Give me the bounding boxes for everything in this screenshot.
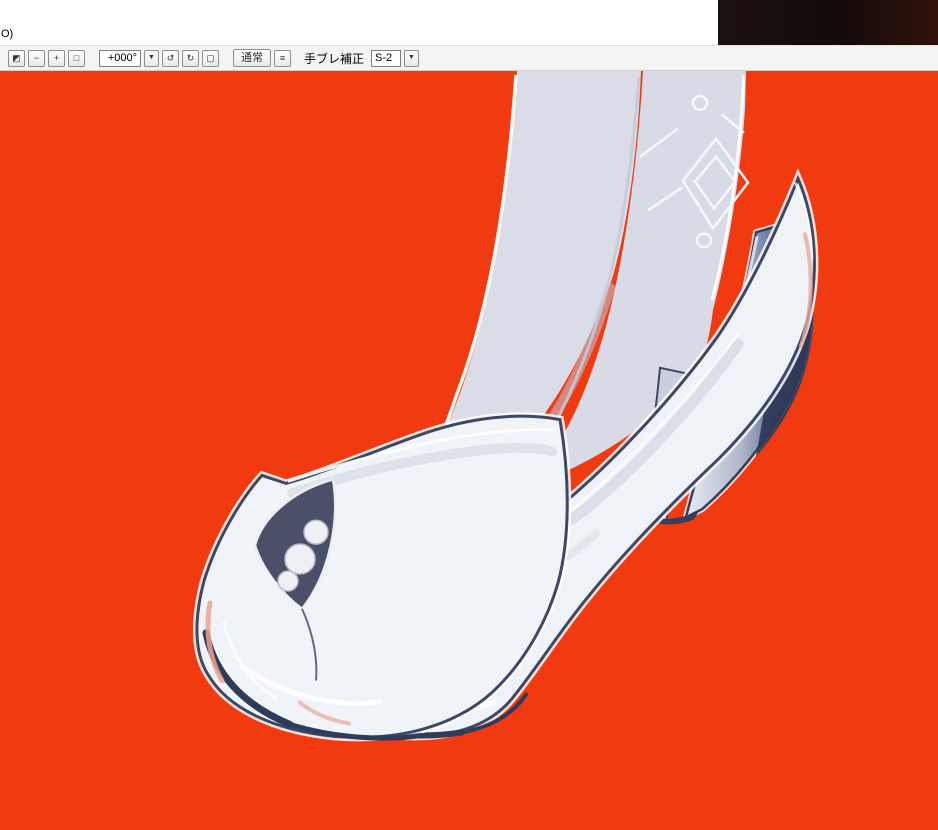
menu-item-fragment[interactable]: O) (1, 28, 13, 40)
rotation-angle-dropdown-button[interactable]: ▼ (144, 50, 159, 67)
canvas-artwork (0, 71, 938, 830)
paint-app-window: O) ◩ − + □ +000° ▼ ↺ ↻ ▢ 通常 ≡ 手ブレ補正 S-2 … (0, 0, 938, 830)
stabilizer-value: S-2 (375, 52, 392, 64)
stabilizer-dropdown-button[interactable]: ▼ (404, 50, 419, 67)
zoom-reset-button[interactable]: □ (68, 50, 85, 67)
zoom-out-button[interactable]: − (28, 50, 45, 67)
menu-bar: O) (0, 0, 938, 45)
rotation-angle-value: +000° (108, 52, 137, 64)
rotate-cw-button[interactable]: ↻ (182, 50, 199, 67)
blend-mode-button[interactable]: 通常 (233, 49, 271, 67)
stabilizer-value-field[interactable]: S-2 (371, 50, 401, 67)
zoom-in-button[interactable]: + (48, 50, 65, 67)
drawing-canvas[interactable] (0, 71, 938, 830)
texture-toggle-button[interactable]: ≡ (274, 50, 291, 67)
rotate-ccw-button[interactable]: ↺ (162, 50, 179, 67)
pan-view-button[interactable]: ◩ (8, 50, 25, 67)
rotate-reset-button[interactable]: ▢ (202, 50, 219, 67)
stabilizer-label: 手ブレ補正 (304, 50, 364, 67)
view-toolbar: ◩ − + □ +000° ▼ ↺ ↻ ▢ 通常 ≡ 手ブレ補正 S-2 ▼ (0, 45, 938, 71)
rotation-angle-field[interactable]: +000° (99, 50, 141, 67)
background-window-corner (718, 0, 938, 45)
